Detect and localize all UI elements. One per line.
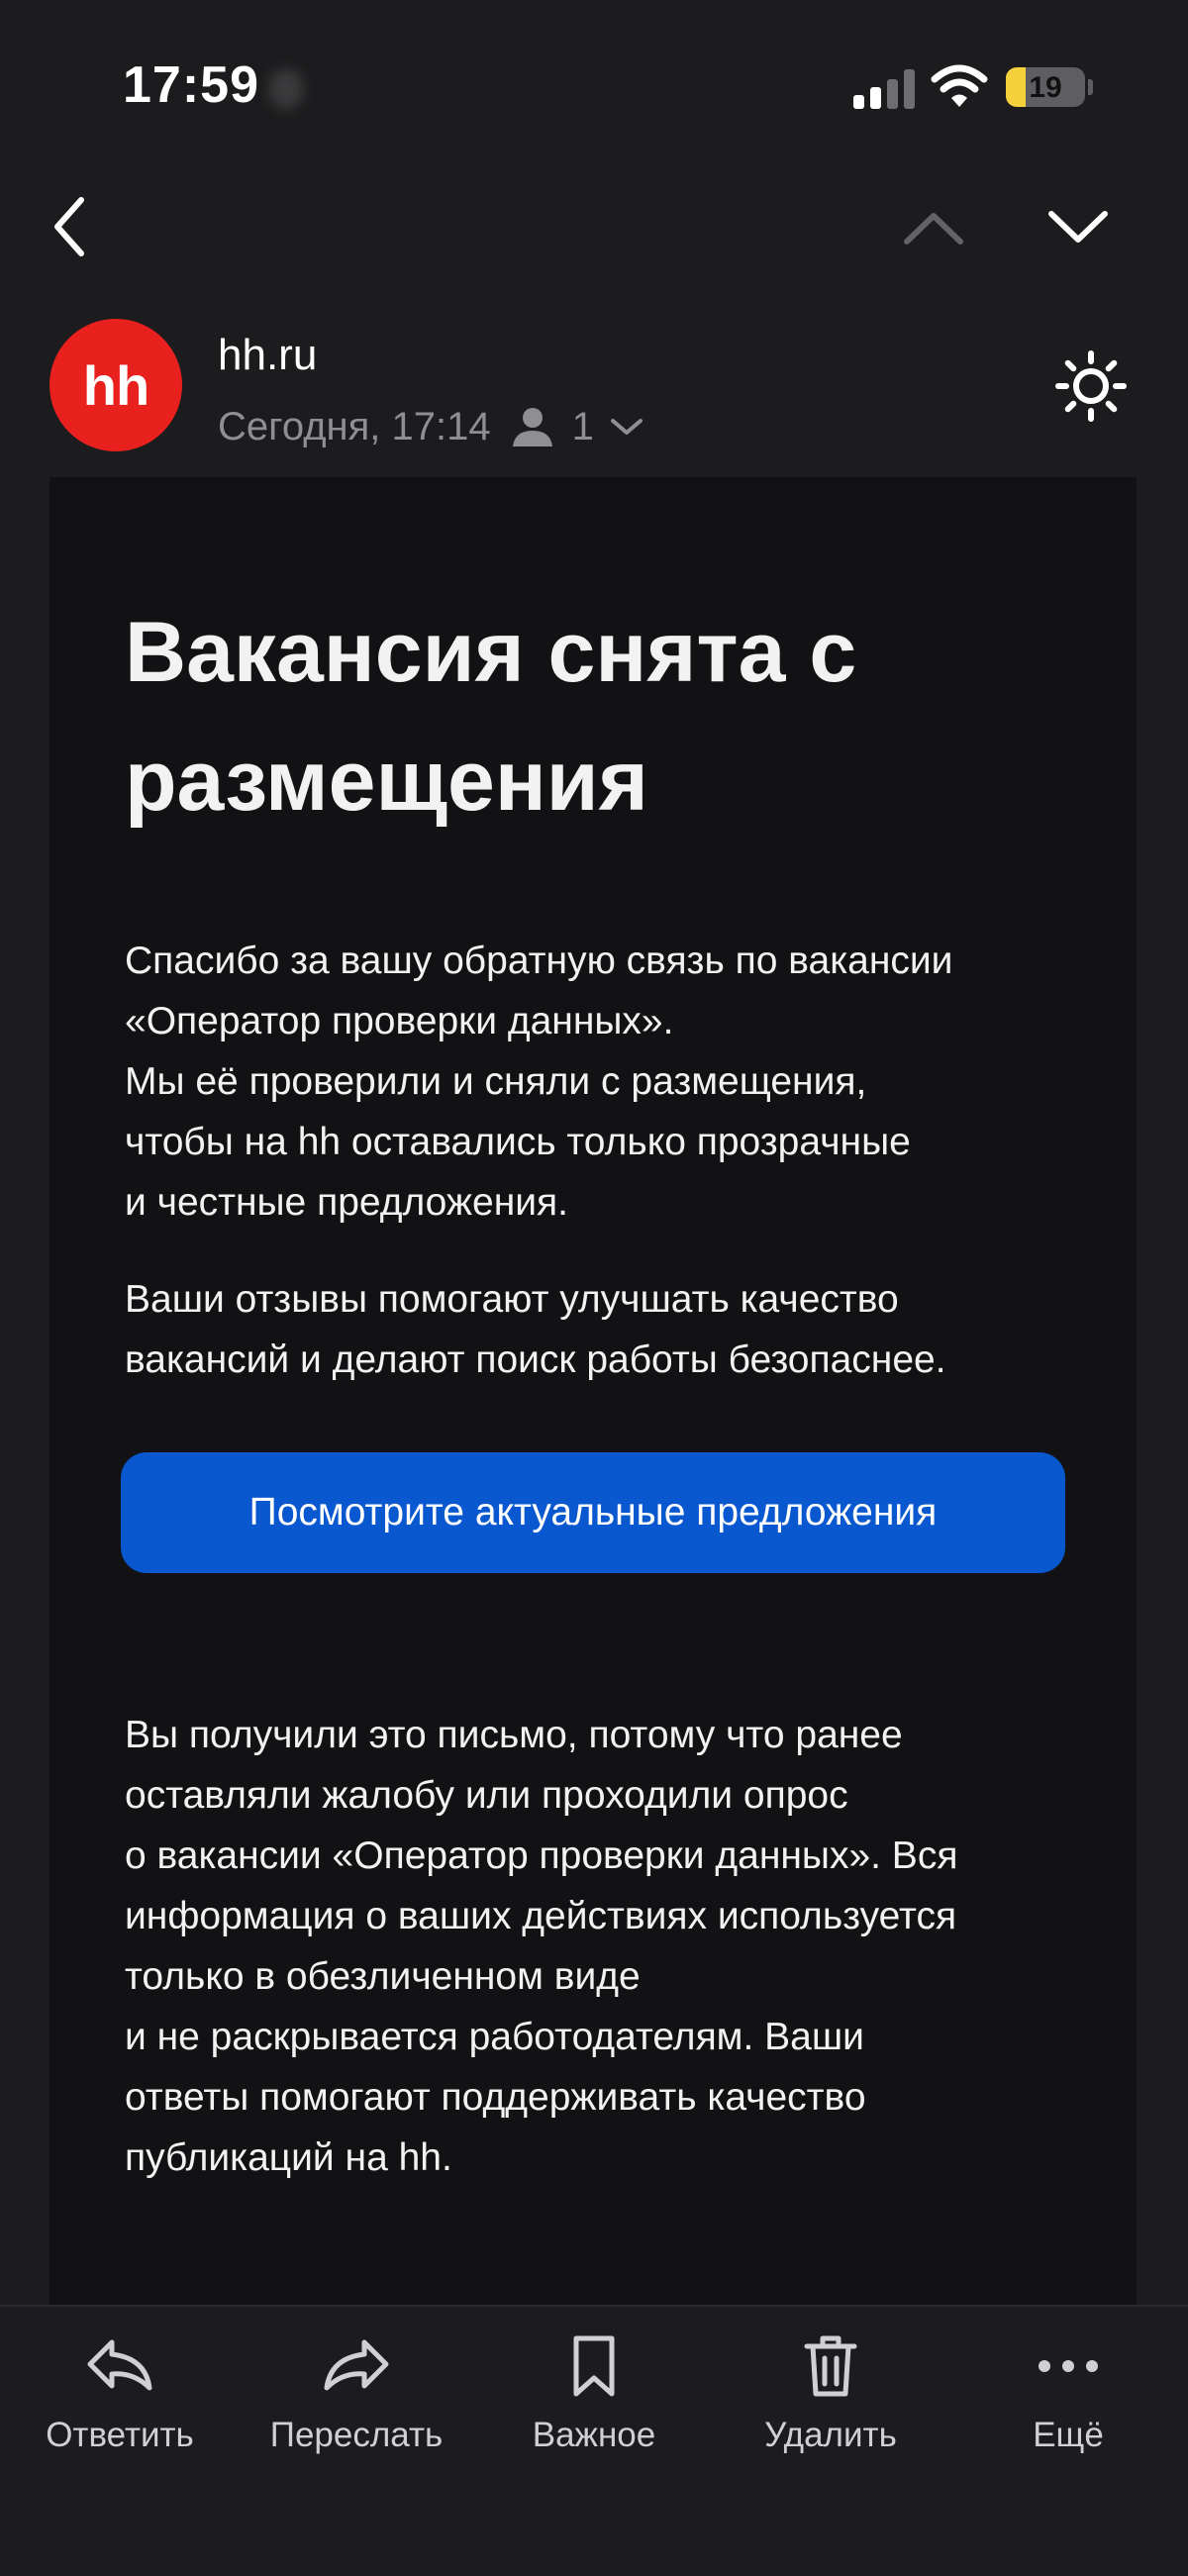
more-button[interactable]: Ещё (959, 2330, 1177, 2479)
chevron-left-icon[interactable] (48, 194, 95, 259)
bottom-toolbar: Ответить Переслать Важное Удалить Ещё (0, 2305, 1188, 2576)
battery-level: 19 (1029, 71, 1062, 104)
important-label: Важное (532, 2416, 656, 2454)
sender-avatar: hh (50, 319, 182, 451)
message-date: Сегодня, 17:14 (218, 404, 491, 448)
reply-button[interactable]: Ответить (11, 2330, 229, 2479)
more-icon (1039, 2360, 1098, 2372)
status-time: 17:59 (123, 56, 259, 114)
sun-icon[interactable] (1055, 350, 1127, 422)
chevron-down-icon[interactable] (610, 417, 644, 437)
person-icon (512, 408, 552, 446)
cellular-signal-icon (853, 65, 915, 109)
more-label: Ещё (1033, 2416, 1104, 2454)
chevron-down-icon[interactable] (1045, 204, 1111, 249)
recipients-count: 1 (571, 404, 594, 448)
battery-icon: 19 (1006, 67, 1085, 107)
message-meta[interactable]: Сегодня, 17:14 1 (218, 402, 644, 451)
email-body: Вакансия снята с размещения Спасибо за в… (50, 477, 1137, 2305)
email-paragraph: Ваши отзывы помогают улучшать качество в… (125, 1278, 946, 1381)
trash-icon (804, 2335, 857, 2397)
chevron-up-icon[interactable] (901, 204, 966, 249)
delete-button[interactable]: Удалить (722, 2330, 940, 2479)
battery-nub (1088, 79, 1093, 95)
reply-label: Ответить (46, 2416, 194, 2454)
delete-label: Удалить (764, 2416, 897, 2454)
blurred-indicator (269, 69, 303, 109)
email-headline: Вакансия снята с размещения (125, 605, 857, 829)
status-bar: 17:59 19 (0, 0, 1188, 178)
forward-label: Переслать (269, 2416, 444, 2454)
sender-name[interactable]: hh.ru (218, 331, 317, 380)
email-footer-note: Вы получили это письмо, потому что ранее… (125, 1714, 958, 2179)
mark-important-button[interactable]: Важное (485, 2330, 703, 2479)
view-offers-button[interactable]: Посмотрите актуальные предложения (121, 1452, 1065, 1573)
wifi-icon (931, 64, 988, 107)
forward-icon (324, 2339, 389, 2391)
bookmark-icon (573, 2335, 615, 2397)
forward-button[interactable]: Переслать (248, 2330, 465, 2479)
avatar-text: hh (82, 353, 149, 417)
email-screen: 17:59 19 hh hh.ru Сегодня, 17:14 1 Вакан… (0, 0, 1188, 2576)
reply-icon (87, 2339, 152, 2391)
email-paragraph: Спасибо за вашу обратную связь по ваканс… (125, 940, 953, 1224)
